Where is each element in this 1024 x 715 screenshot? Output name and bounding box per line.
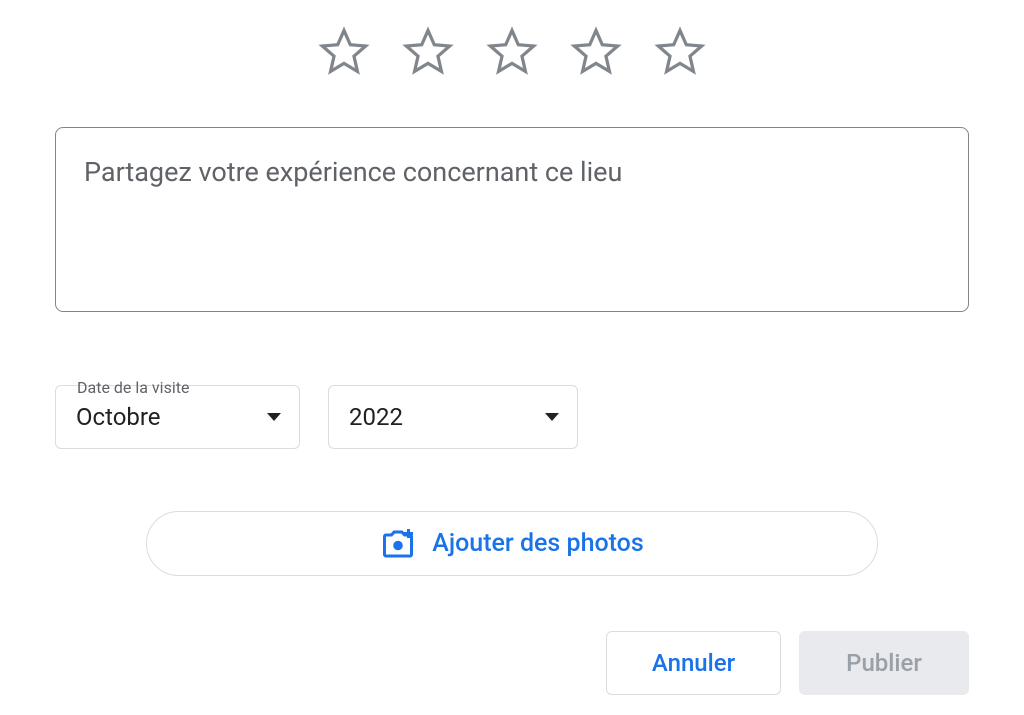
star-icon[interactable] bbox=[318, 25, 370, 77]
year-value: 2022 bbox=[349, 403, 403, 431]
star-icon[interactable] bbox=[570, 25, 622, 77]
visit-date-label: Date de la visite bbox=[77, 378, 969, 397]
action-button-row: Annuler Publier bbox=[55, 631, 969, 695]
star-icon[interactable] bbox=[486, 25, 538, 77]
add-photos-label: Ajouter des photos bbox=[432, 529, 643, 558]
cancel-button[interactable]: Annuler bbox=[606, 631, 781, 695]
star-icon[interactable] bbox=[654, 25, 706, 77]
review-textarea[interactable] bbox=[55, 127, 969, 312]
camera-add-icon bbox=[380, 526, 416, 562]
publish-button[interactable]: Publier bbox=[799, 631, 969, 695]
add-photos-button[interactable]: Ajouter des photos bbox=[146, 511, 878, 576]
star-rating-row bbox=[55, 25, 969, 77]
visit-date-section: Date de la visite Octobre 2022 bbox=[55, 378, 969, 449]
chevron-down-icon bbox=[267, 413, 281, 421]
month-value: Octobre bbox=[76, 403, 161, 431]
star-icon[interactable] bbox=[402, 25, 454, 77]
chevron-down-icon bbox=[545, 413, 559, 421]
